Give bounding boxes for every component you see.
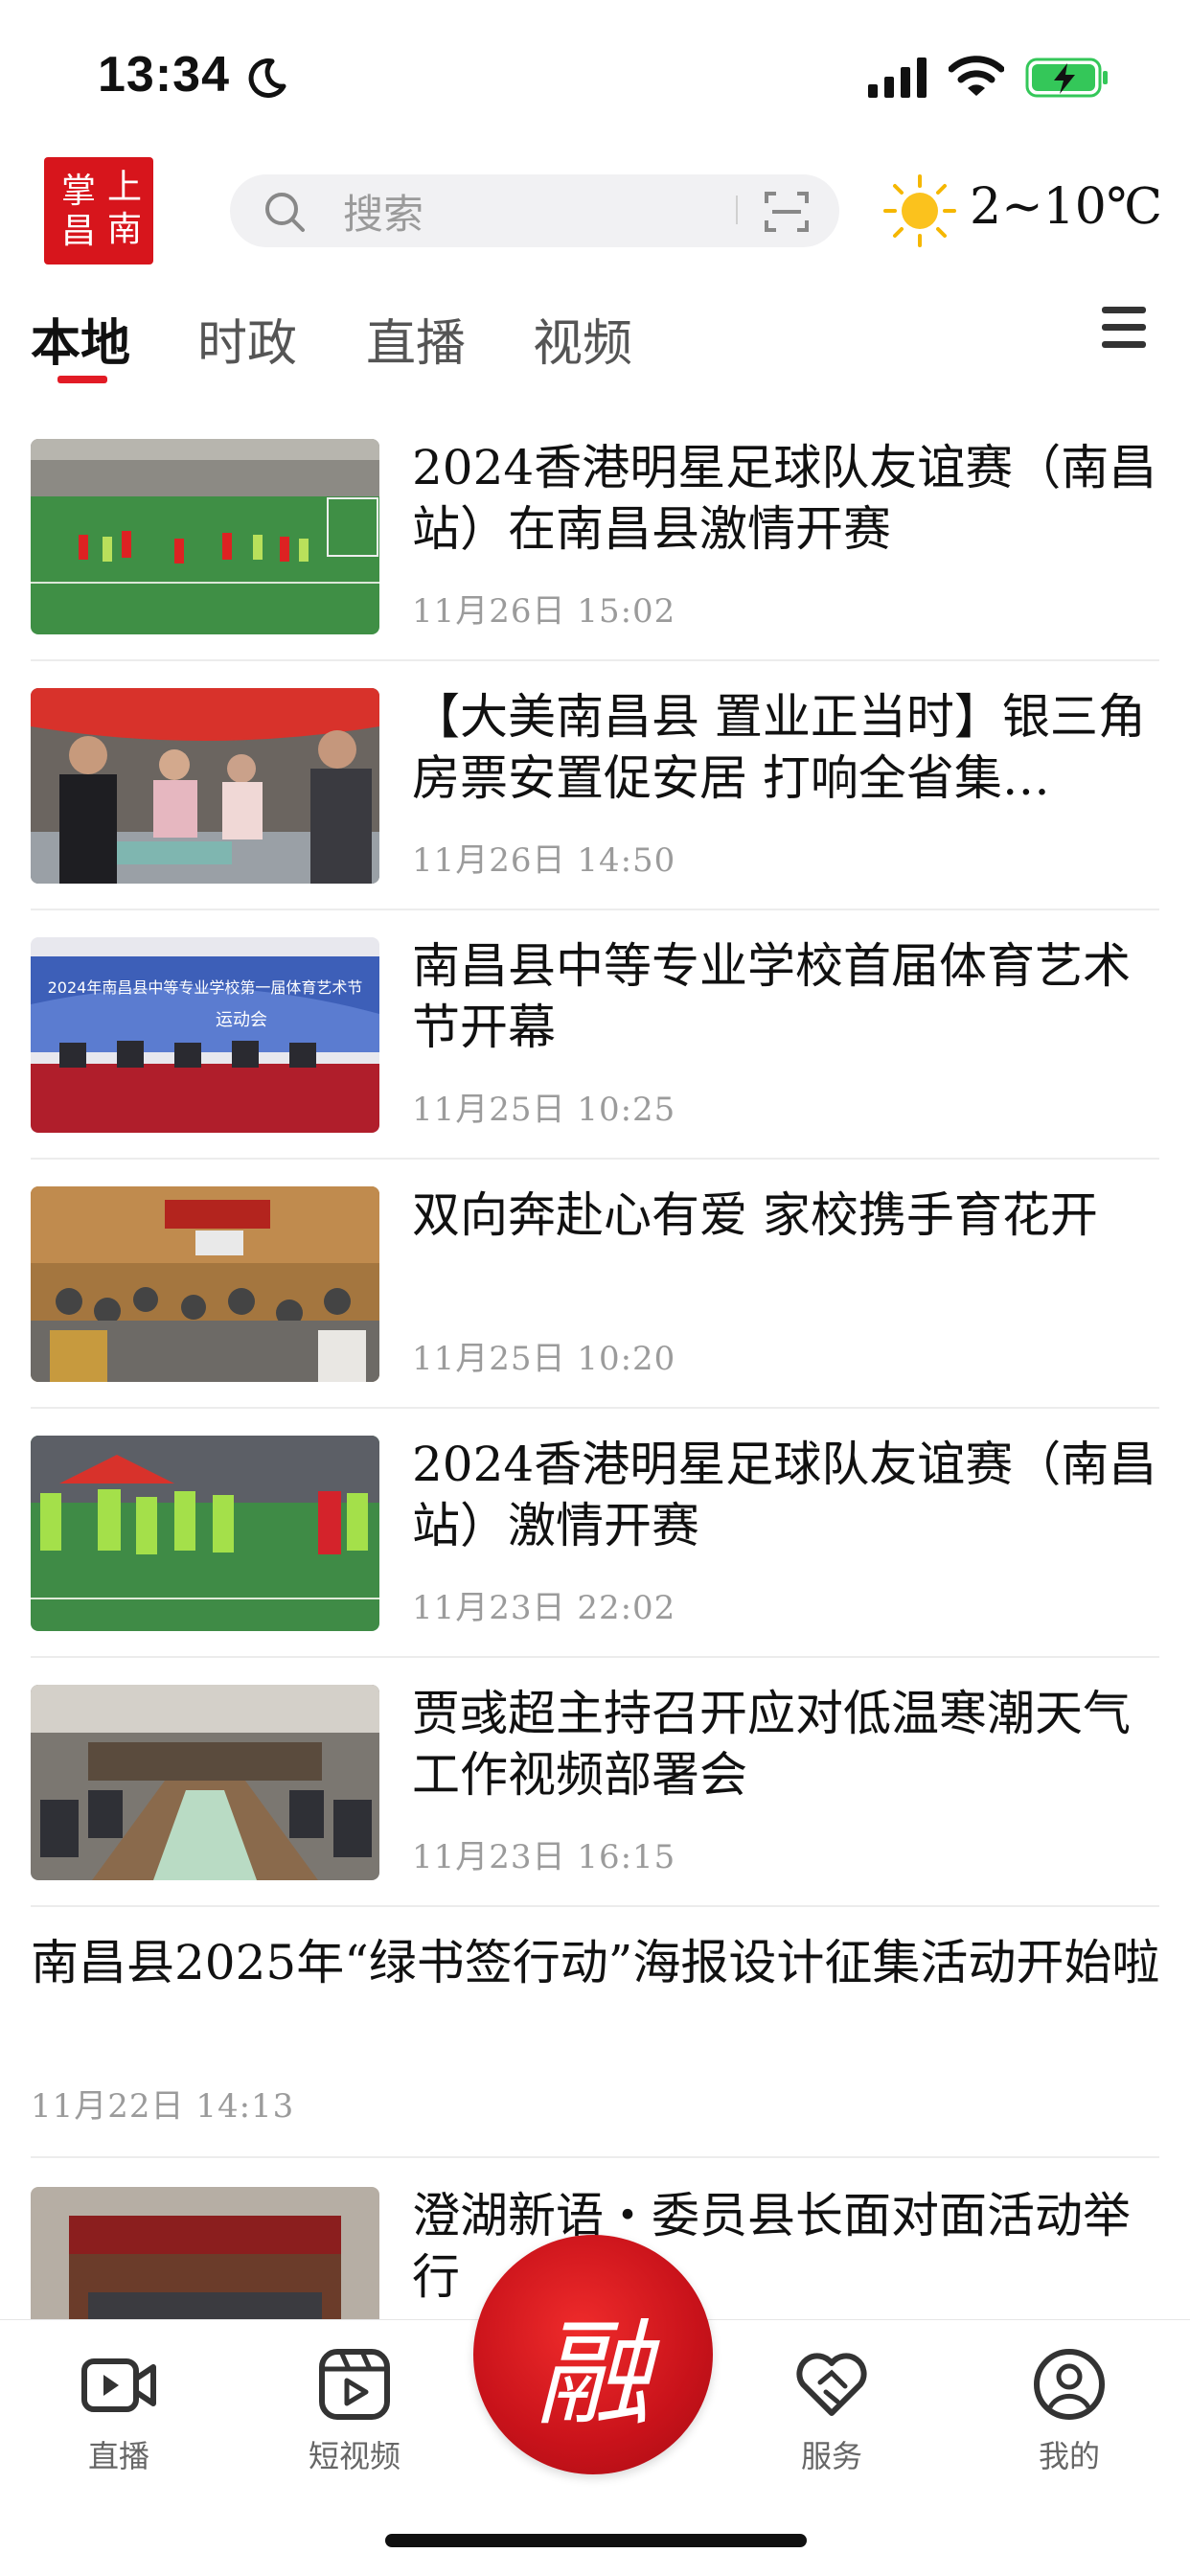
news-date: 11月23日 16:15 — [412, 1838, 676, 1876]
search-bar[interactable] — [230, 174, 839, 247]
fusion-label: 融 — [536, 2309, 651, 2442]
divider — [31, 1407, 1159, 1409]
divider — [31, 2156, 1159, 2158]
divider — [31, 1905, 1159, 1907]
news-title: 2024香港明星足球队友谊赛（南昌站）激情开赛 — [412, 1437, 1157, 1553]
scan-icon[interactable] — [763, 188, 811, 236]
live-video-icon — [81, 2358, 156, 2412]
news-title: 双向奔赴心有爱 家校携手育花开 — [412, 1187, 1098, 1243]
school-festival-photo: 2024年南昌县中等专业学校第一届体育艺术节 运动会 — [31, 937, 379, 1133]
bottom-tab-live[interactable]: 直播 — [42, 2334, 195, 2478]
bottom-tab-label: 服务 — [800, 2438, 862, 2474]
news-title: 南昌县中等专业学校首届体育艺术节开幕 — [412, 938, 1131, 1055]
tab-live[interactable]: 直播 — [366, 303, 466, 375]
soccer-players-photo — [31, 1436, 379, 1631]
search-input[interactable]: 搜索 — [343, 182, 423, 241]
divider — [31, 908, 1159, 910]
battery-charging-icon — [1025, 58, 1108, 98]
news-item[interactable]: 2024香港明星足球队友谊赛（南昌站）激情开赛 11月23日 22:02 — [0, 1436, 1190, 1685]
news-item[interactable]: 【大美南昌县 置业正当时】银三角房票安置促安居 打响全省集… 11月26日 14… — [0, 688, 1190, 937]
tab-local[interactable]: 本地 — [31, 303, 130, 375]
news-title: 2024香港明星足球队友谊赛（南昌站）在南昌县激情开赛 — [412, 440, 1157, 557]
news-title: 贾彧超主持召开应对低温寒潮天气工作视频部署会 — [412, 1686, 1131, 1803]
logo-char: 掌 — [61, 172, 97, 211]
bottom-tab-mine[interactable]: 我的 — [993, 2334, 1146, 2478]
fusion-center-button[interactable]: 融 — [473, 2235, 713, 2474]
bottom-tab-label: 直播 — [87, 2438, 149, 2474]
wifi-icon — [949, 56, 1004, 96]
app-logo[interactable]: 上 掌 昌 南 — [44, 157, 153, 264]
news-date: 11月26日 14:50 — [412, 841, 676, 880]
news-item[interactable]: 双向奔赴心有爱 家校携手育花开 11月25日 10:20 — [0, 1186, 1190, 1436]
bottom-tab-label: 短视频 — [308, 2438, 400, 2474]
home-indicator — [385, 2534, 807, 2547]
tab-politics[interactable]: 时政 — [197, 303, 297, 375]
status-bar: 13:34 — [0, 0, 1190, 144]
news-item[interactable]: 南昌县2025年“绿书签行动”海报设计征集活动开始啦 11月22日 14:13 — [0, 1934, 1190, 2183]
conference-room-photo — [31, 1685, 379, 1880]
search-divider — [736, 196, 738, 224]
news-item[interactable]: 贾彧超主持召开应对低温寒潮天气工作视频部署会 11月23日 16:15 — [0, 1685, 1190, 1934]
news-item[interactable]: 2024香港明星足球队友谊赛（南昌站）在南昌县激情开赛 11月26日 15:02 — [0, 439, 1190, 688]
active-tab-indicator — [57, 376, 107, 383]
soccer-match-photo — [31, 439, 379, 634]
parent-meeting-photo — [31, 1186, 379, 1382]
search-icon — [265, 193, 305, 232]
festival-banner-subtitle: 运动会 — [216, 1010, 267, 1030]
festival-banner-title: 2024年南昌县中等专业学校第一届体育艺术节 — [48, 978, 363, 997]
bottom-tab-short-video[interactable]: 短视频 — [278, 2334, 431, 2478]
tab-video[interactable]: 视频 — [533, 303, 632, 375]
sun-icon — [883, 174, 956, 247]
weather-temperature: 2~10℃ — [970, 178, 1162, 236]
news-date: 11月22日 14:13 — [31, 2087, 295, 2126]
status-time: 13:34 — [98, 47, 230, 103]
logo-char: 南 — [107, 210, 143, 249]
news-date: 11月26日 15:02 — [412, 592, 676, 631]
logo-char: 昌 — [61, 212, 97, 251]
divider — [31, 659, 1159, 661]
moon-icon — [248, 58, 286, 99]
news-item[interactable]: 2024年南昌县中等专业学校第一届体育艺术节 运动会 南昌县中等专业学校首届体育… — [0, 937, 1190, 1186]
bottom-tab-service[interactable]: 服务 — [755, 2334, 908, 2478]
short-video-icon — [319, 2349, 390, 2420]
divider — [31, 1158, 1159, 1160]
logo-char: 上 — [107, 168, 143, 207]
signal-icon — [868, 58, 927, 98]
news-date: 11月25日 10:20 — [412, 1340, 676, 1378]
handshake-heart-icon — [796, 2353, 867, 2416]
user-profile-icon — [1034, 2349, 1105, 2420]
news-date: 11月25日 10:25 — [412, 1091, 676, 1129]
news-date: 11月23日 22:02 — [412, 1589, 676, 1627]
housing-event-photo — [31, 688, 379, 884]
news-title: 南昌县2025年“绿书签行动”海报设计征集活动开始啦 — [31, 1935, 1160, 1990]
menu-icon[interactable] — [1102, 307, 1146, 349]
news-title: 【大美南昌县 置业正当时】银三角房票安置促安居 打响全省集… — [412, 689, 1146, 806]
bottom-tab-label: 我的 — [1038, 2438, 1100, 2474]
divider — [31, 1656, 1159, 1658]
